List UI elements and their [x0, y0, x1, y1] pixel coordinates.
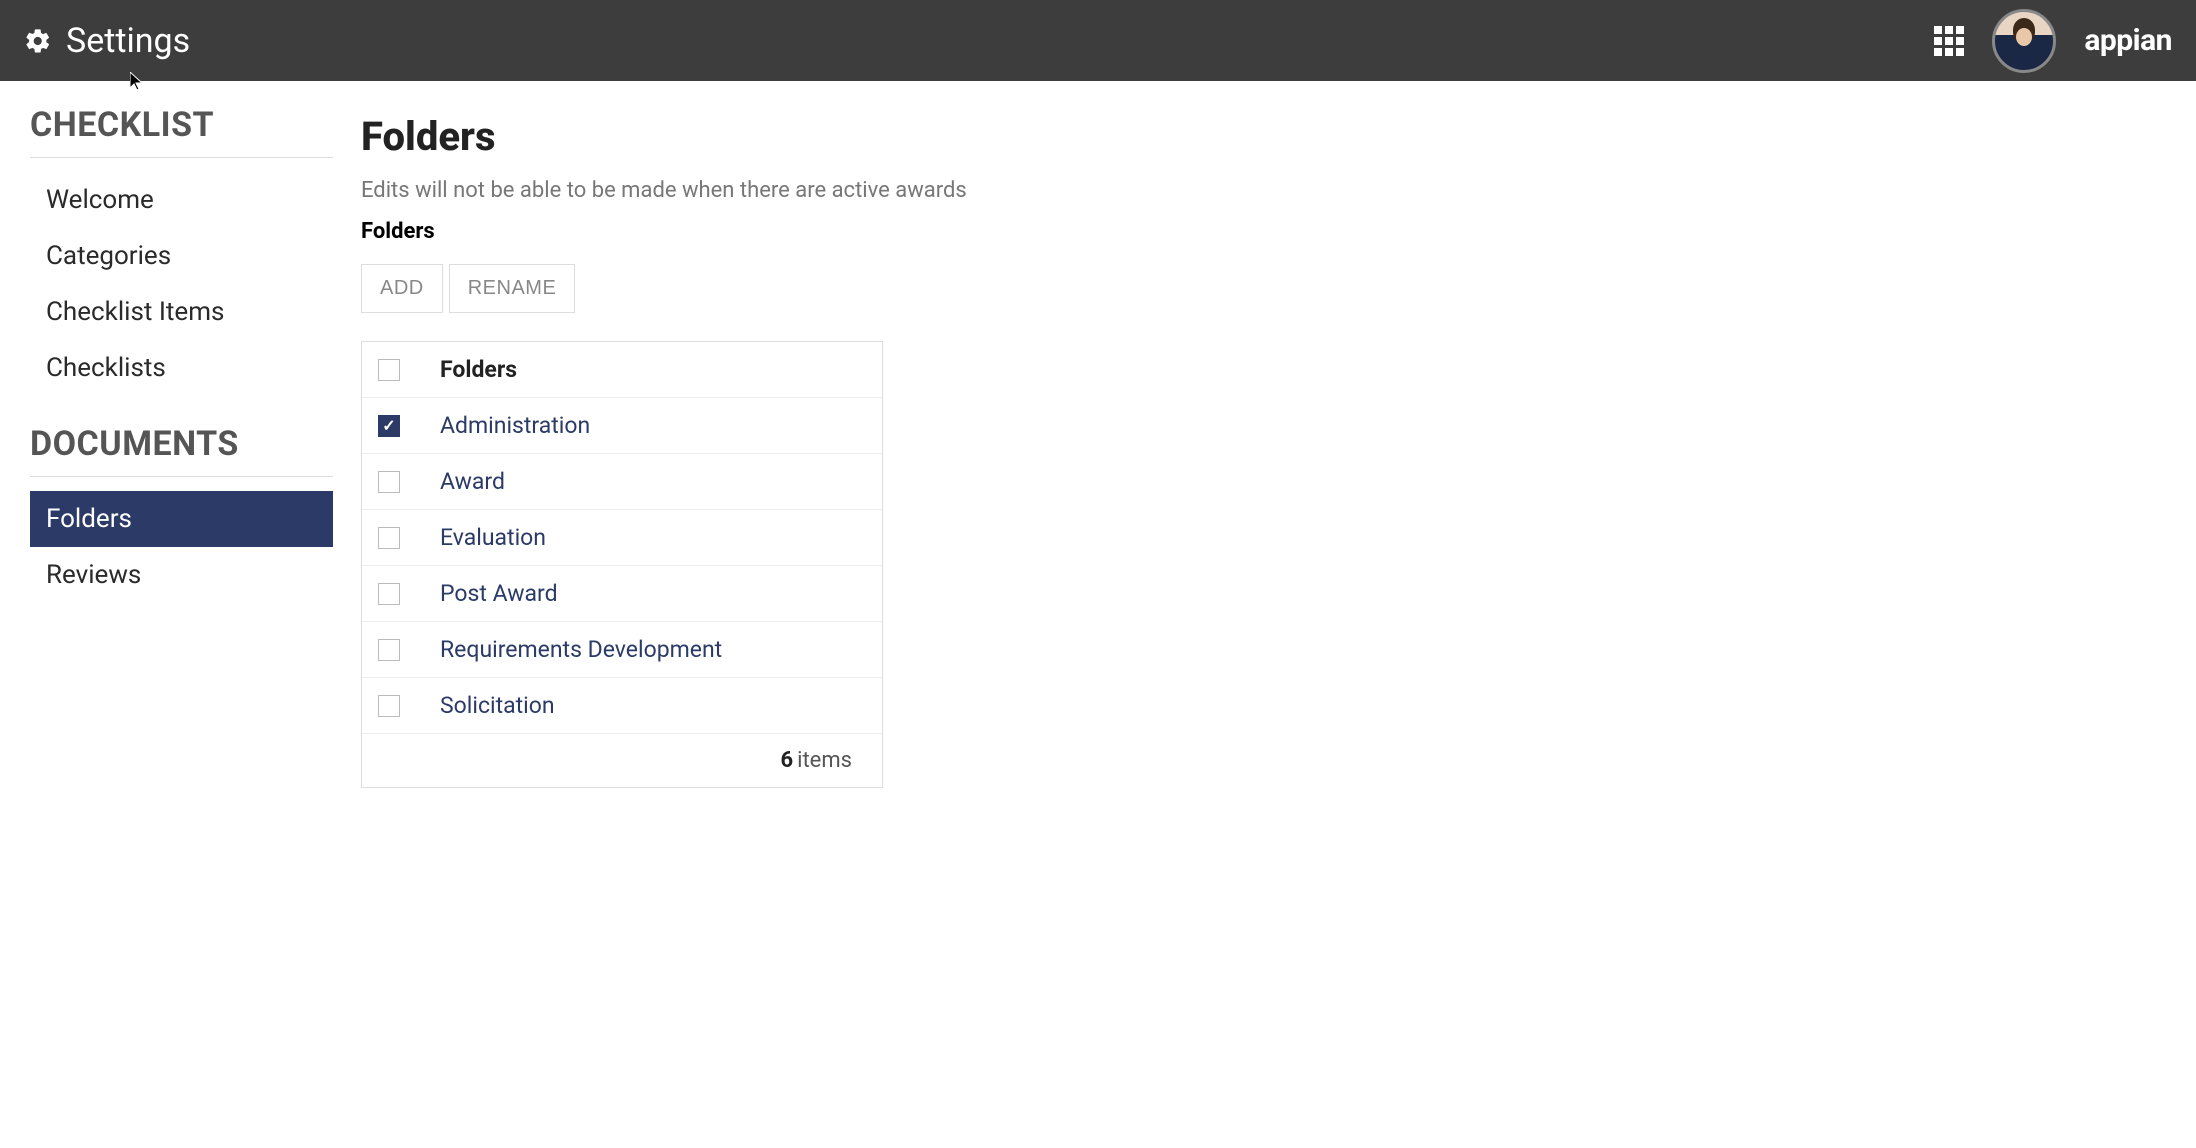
rename-button[interactable]: RENAME	[449, 264, 576, 313]
sidebar-item-checklist-items[interactable]: Checklist Items	[30, 284, 333, 340]
table-row: Requirements Development	[362, 622, 882, 678]
page-header-title: Settings	[66, 21, 190, 61]
content-area: CHECKLIST Welcome Categories Checklist I…	[0, 81, 2196, 788]
sidebar-section-heading-checklist: CHECKLIST	[30, 105, 333, 158]
gear-icon	[24, 27, 52, 55]
folder-link-administration[interactable]: Administration	[440, 412, 590, 439]
folder-link-evaluation[interactable]: Evaluation	[440, 524, 546, 551]
sidebar-item-reviews[interactable]: Reviews	[30, 547, 333, 603]
table-row: Administration	[362, 398, 882, 454]
table-footer: 6 items	[362, 734, 882, 787]
sidebar-nav-checklist: Welcome Categories Checklist Items Check…	[30, 172, 333, 396]
main-panel: Folders Edits will not be able to be mad…	[333, 81, 2196, 788]
column-header-folders: Folders	[440, 356, 517, 383]
table-header-row: Folders	[362, 342, 882, 398]
row-checkbox[interactable]	[378, 639, 400, 661]
header-right: appian	[1934, 9, 2172, 73]
add-button[interactable]: ADD	[361, 264, 443, 313]
select-all-checkbox[interactable]	[378, 359, 400, 381]
item-count: 6	[781, 748, 794, 773]
header-left: Settings	[24, 21, 190, 61]
folder-link-post-award[interactable]: Post Award	[440, 580, 558, 607]
user-avatar[interactable]	[1992, 9, 2056, 73]
sidebar-nav-documents: Folders Reviews	[30, 491, 333, 603]
apps-grid-icon[interactable]	[1934, 26, 1964, 56]
table-row: Solicitation	[362, 678, 882, 734]
top-header: Settings appian	[0, 0, 2196, 81]
row-checkbox[interactable]	[378, 471, 400, 493]
row-checkbox[interactable]	[378, 527, 400, 549]
brand-logo: appian	[2084, 23, 2172, 58]
table-row: Award	[362, 454, 882, 510]
row-checkbox[interactable]	[378, 583, 400, 605]
sidebar-item-categories[interactable]: Categories	[30, 228, 333, 284]
page-title: Folders	[361, 113, 2196, 160]
sidebar-item-folders[interactable]: Folders	[30, 491, 333, 547]
table-row: Evaluation	[362, 510, 882, 566]
table-row: Post Award	[362, 566, 882, 622]
section-label-folders: Folders	[361, 219, 2196, 244]
folders-table: Folders Administration Award Evaluation …	[361, 341, 883, 788]
sidebar-item-checklists[interactable]: Checklists	[30, 340, 333, 396]
sidebar-item-welcome[interactable]: Welcome	[30, 172, 333, 228]
page-subtitle: Edits will not be able to be made when t…	[361, 178, 2196, 203]
row-checkbox[interactable]	[378, 415, 400, 437]
folder-link-award[interactable]: Award	[440, 468, 505, 495]
sidebar: CHECKLIST Welcome Categories Checklist I…	[0, 81, 333, 788]
folder-link-solicitation[interactable]: Solicitation	[440, 692, 555, 719]
sidebar-section-heading-documents: DOCUMENTS	[30, 424, 333, 477]
row-checkbox[interactable]	[378, 695, 400, 717]
toolbar: ADD RENAME	[361, 264, 2196, 313]
item-count-label: items	[797, 748, 852, 773]
folder-link-requirements-development[interactable]: Requirements Development	[440, 636, 722, 663]
